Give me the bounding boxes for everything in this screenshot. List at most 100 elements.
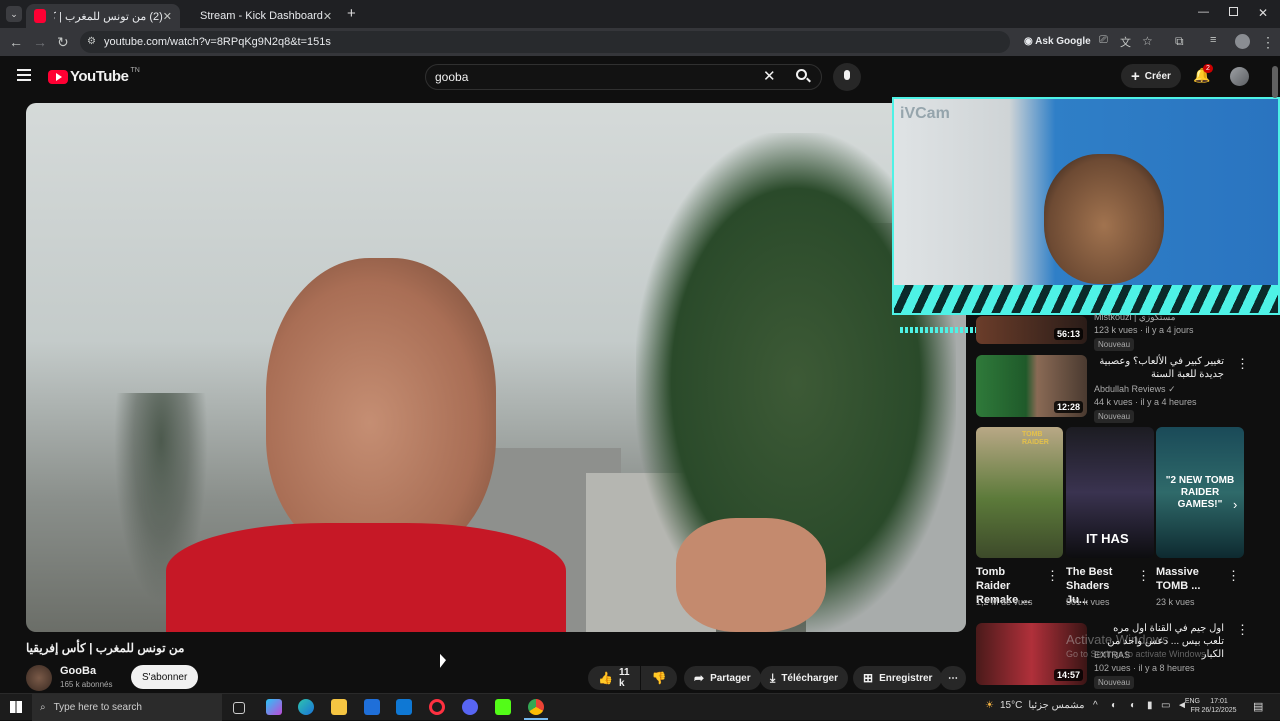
- clock-date: 26/12/2025: [1201, 707, 1237, 714]
- kick-app-icon[interactable]: [495, 699, 511, 715]
- shorts-next-icon[interactable]: ›: [1233, 497, 1237, 512]
- new-badge: Nouveau: [1094, 410, 1135, 423]
- channel-avatar[interactable]: [26, 665, 52, 691]
- webcam-overlay: iVCam: [892, 97, 1280, 315]
- short-views: 1,2 M de vues: [976, 597, 1033, 607]
- outlook-icon[interactable]: [396, 699, 412, 715]
- copilot-icon[interactable]: [266, 699, 282, 715]
- clock[interactable]: 17:01 26/12/2025: [1198, 697, 1240, 715]
- edge-icon[interactable]: [298, 699, 314, 715]
- recommended-video-thumbnail[interactable]: 12:28: [976, 355, 1087, 417]
- opera-icon[interactable]: [429, 699, 445, 715]
- windows-start-icon[interactable]: [10, 701, 22, 713]
- new-badge: Nouveau: [1094, 338, 1135, 351]
- bookmark-star-icon[interactable]: ☆: [1142, 34, 1153, 48]
- close-tab-icon[interactable]: ✕: [163, 10, 172, 23]
- share-button[interactable]: ➦ Partager: [684, 666, 761, 690]
- recommended-video-channel[interactable]: Mistkouzi | مستكوزي: [1094, 312, 1175, 323]
- discord-icon[interactable]: [462, 699, 478, 715]
- task-view-icon[interactable]: [233, 702, 245, 714]
- close-tab-icon[interactable]: ✕: [323, 10, 332, 23]
- account-avatar[interactable]: [1230, 67, 1249, 86]
- video-title: من تونس للمغرب | كأس إفريقيا: [26, 641, 185, 655]
- clear-search-icon[interactable]: ✕: [763, 67, 776, 85]
- chrome-icon[interactable]: [528, 699, 544, 715]
- translate-icon[interactable]: 文: [1120, 34, 1131, 50]
- clock-time: 17:01: [1210, 698, 1228, 705]
- hamburger-menu-icon[interactable]: [17, 69, 31, 81]
- network-icon[interactable]: ▭: [1161, 700, 1170, 711]
- youtube-country-code: TN: [130, 67, 140, 74]
- short-thumbnail[interactable]: IT HAS: [1066, 427, 1154, 558]
- file-explorer-icon[interactable]: [331, 699, 347, 715]
- tab-youtube[interactable]: (2) من تونس للمغرب | كأس ✕: [26, 4, 180, 28]
- webcam-person-shape: [1044, 154, 1164, 284]
- subscribe-button[interactable]: S'abonner: [131, 665, 199, 689]
- tab-list-icon[interactable]: ⌄: [6, 6, 22, 22]
- short-title[interactable]: Massive TOMB ...: [1156, 565, 1222, 593]
- url-field[interactable]: ⚙ youtube.com/watch?v=8RPqKg9N2q8&t=151s…: [80, 31, 1091, 53]
- download-button[interactable]: ⤓ Télécharger: [760, 666, 849, 690]
- recommended-video-title[interactable]: تغيير كبير في الألعاب؟ وعصبية جديدة للعب…: [1094, 355, 1224, 381]
- thumbs-up-icon: 👍: [598, 671, 613, 685]
- video-duration: 14:57: [1053, 669, 1083, 681]
- recommended-video-meta: 102 vues · il y a 8 heures: [1094, 663, 1195, 673]
- profile-avatar[interactable]: [1235, 34, 1250, 49]
- back-icon[interactable]: ←: [9, 34, 23, 50]
- tray-overflow-icon[interactable]: ^: [1093, 700, 1098, 711]
- tab-kick-label: Stream - Kick Dashboard: [200, 10, 323, 22]
- windows-taskbar: ⌕ Type here to search ☀ 15°C مشمس جزئيا …: [0, 693, 1280, 721]
- sidebar-scrollbar[interactable]: [1272, 70, 1278, 98]
- media-controls-icon[interactable]: ≡: [1210, 34, 1216, 46]
- recommended-video-meta: 123 k vues · il y a 4 jours: [1094, 325, 1194, 335]
- short-thumbnail-text: "2 NEW TOMB RAIDER GAMES!": [1165, 475, 1235, 510]
- more-options-icon[interactable]: ⋮: [1046, 568, 1059, 584]
- recommended-video-thumbnail[interactable]: 56:13: [976, 316, 1087, 344]
- notification-center-icon[interactable]: ▤: [1253, 700, 1263, 713]
- notifications-button[interactable]: 🔔 2: [1193, 64, 1213, 85]
- close-window-icon[interactable]: ✕: [1258, 6, 1268, 20]
- mic-tray-icon[interactable]: ▮: [1147, 700, 1153, 711]
- extensions-icon[interactable]: ⧉: [1175, 34, 1184, 49]
- tab-youtube-label: (2) من تونس للمغرب | كأس: [54, 10, 163, 23]
- more-options-icon[interactable]: ⋮: [1137, 568, 1150, 584]
- weather-widget[interactable]: ☀ 15°C مشمس جزئيا: [985, 700, 1084, 711]
- youtube-logo[interactable]: YouTube TN: [48, 67, 140, 85]
- short-thumbnail[interactable]: "2 NEW TOMB RAIDER GAMES!": [1156, 427, 1244, 558]
- channel-name: Abdullah Reviews: [1094, 384, 1166, 394]
- language-indicator[interactable]: ENG FR: [1176, 697, 1200, 715]
- short-thumbnail[interactable]: TOMB RAIDER: [976, 427, 1063, 558]
- more-options-icon[interactable]: ⋮: [1236, 622, 1249, 638]
- ask-google-button[interactable]: ◉ Ask Google: [1024, 31, 1091, 53]
- search-button[interactable]: [786, 64, 820, 90]
- site-info-icon[interactable]: ⚙: [87, 31, 96, 53]
- more-options-icon[interactable]: ⋮: [1227, 568, 1240, 584]
- language-primary: ENG: [1184, 698, 1200, 705]
- new-tab-icon[interactable]: +: [347, 5, 356, 22]
- tray-app-icon[interactable]: ◐: [1130, 700, 1136, 711]
- person-shirt-shape: [166, 523, 566, 632]
- forward-icon[interactable]: →: [33, 34, 47, 50]
- taskbar-search-box[interactable]: ⌕ Type here to search: [32, 694, 222, 721]
- more-actions-button[interactable]: ⋯: [940, 666, 966, 690]
- like-button[interactable]: 👍 11 k: [588, 666, 640, 690]
- tray-app-icon[interactable]: ◐: [1111, 700, 1117, 711]
- recommended-video-channel[interactable]: Abdullah Reviews ✓: [1094, 384, 1176, 395]
- mouse-cursor: [440, 653, 446, 671]
- channel-name[interactable]: GooBa: [60, 665, 96, 677]
- dislike-button[interactable]: 👎: [641, 666, 677, 690]
- reload-icon[interactable]: ↻: [57, 34, 69, 51]
- more-horizontal-icon: ⋯: [948, 672, 958, 684]
- minimize-icon[interactable]: —: [1198, 6, 1209, 18]
- video-player[interactable]: [26, 103, 966, 632]
- verified-icon: ✓: [1168, 384, 1176, 394]
- tab-kick[interactable]: Stream - Kick Dashboard ✕: [184, 4, 340, 28]
- browser-menu-icon[interactable]: ⋮: [1261, 34, 1275, 51]
- create-button[interactable]: + Créer: [1121, 64, 1181, 88]
- restore-icon[interactable]: [1229, 7, 1238, 16]
- more-options-icon[interactable]: ⋮: [1236, 356, 1249, 372]
- install-icon[interactable]: ⎚: [1099, 34, 1108, 47]
- save-button[interactable]: ⊞ Enregistrer: [853, 666, 943, 690]
- voice-search-button[interactable]: [833, 63, 861, 91]
- microsoft-store-icon[interactable]: [364, 699, 380, 715]
